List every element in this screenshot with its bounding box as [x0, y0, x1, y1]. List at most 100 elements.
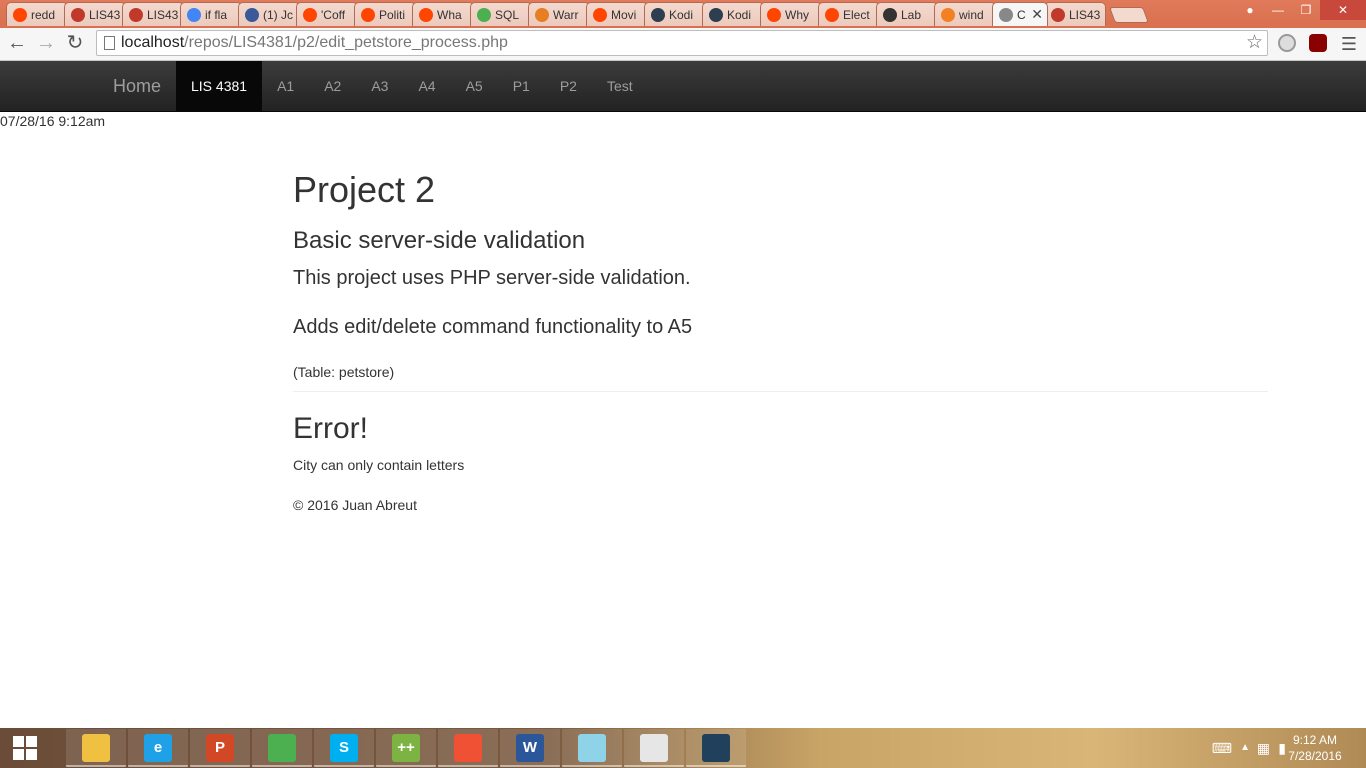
- tab-title: Kodi: [669, 7, 694, 22]
- nav-link[interactable]: A4: [403, 61, 450, 111]
- reddit-icon: [361, 7, 375, 22]
- nav-link[interactable]: A2: [309, 61, 356, 111]
- nav-link[interactable]: P2: [545, 61, 592, 111]
- page-description: This project uses PHP server-side valida…: [293, 267, 691, 289]
- file-explorer-icon: [82, 734, 110, 762]
- taskbar-app[interactable]: [562, 729, 622, 767]
- clock[interactable]: 9:12 AM 7/28/2016: [1280, 732, 1350, 764]
- powerpoint-icon: P: [206, 734, 234, 762]
- git-icon: [454, 734, 482, 762]
- navbar-brand[interactable]: Home: [113, 76, 161, 97]
- tab-title: 'Coff: [321, 7, 346, 22]
- tab-title: LIS43: [89, 7, 121, 22]
- taskbar-app[interactable]: W: [500, 729, 560, 767]
- fsu-icon: [129, 7, 143, 22]
- browser-tab[interactable]: Warr: [528, 2, 590, 26]
- warrior-icon: [535, 7, 549, 22]
- close-tab-icon[interactable]: ✕: [1028, 6, 1043, 23]
- tab-title: Kodi: [727, 7, 752, 22]
- new-tab-button[interactable]: [1109, 7, 1149, 23]
- taskbar-app[interactable]: ++: [376, 729, 436, 767]
- browser-tab[interactable]: LIS43: [64, 2, 126, 26]
- tab-title: SQL: [495, 7, 520, 22]
- tab-title: Politi: [379, 7, 406, 22]
- taskbar-app[interactable]: [624, 729, 684, 767]
- forward-arrow-icon[interactable]: →: [33, 32, 59, 56]
- w3schools-icon: [477, 7, 491, 22]
- browser-tab[interactable]: SQL: [470, 2, 532, 26]
- kodi-icon: [709, 7, 723, 22]
- tab-list: redd LIS43 LIS43 if fla (1) Jc 'Coff Politi Wha…: [6, 2, 1149, 28]
- window-controls: ● — ❐ ✕: [1236, 0, 1366, 20]
- browser-tab[interactable]: wind: [934, 2, 996, 26]
- start-button[interactable]: [0, 728, 50, 768]
- browser-tab[interactable]: (1) Jc: [238, 2, 300, 26]
- taskbar-app[interactable]: e: [128, 729, 188, 767]
- browser-tab[interactable]: Kodi: [644, 2, 706, 26]
- user-icon[interactable]: ●: [1236, 0, 1264, 20]
- browser-tab[interactable]: redd: [6, 2, 68, 26]
- browser-tab[interactable]: LIS43: [1044, 2, 1106, 26]
- page-footer: © 2016 Juan Abreut: [293, 497, 417, 513]
- taskbar-app[interactable]: [686, 729, 746, 767]
- address-bar[interactable]: localhost/repos/LIS4381/p2/edit_petstore…: [96, 30, 1268, 56]
- google-icon: [187, 7, 201, 22]
- network-icon[interactable]: ▦: [1257, 740, 1270, 757]
- chevron-up-icon[interactable]: ▲: [1240, 742, 1250, 753]
- reload-icon[interactable]: ↻: [62, 32, 88, 56]
- reddit-icon: [593, 7, 607, 22]
- windows-logo-icon: [13, 736, 37, 760]
- extension-icon[interactable]: [1278, 34, 1296, 52]
- taskbar-app[interactable]: S: [314, 729, 374, 767]
- reddit-icon: [419, 7, 433, 22]
- notepad-plus-plus-icon: ++: [392, 734, 420, 762]
- minimize-button[interactable]: —: [1264, 0, 1292, 20]
- notepad-icon: [578, 734, 606, 762]
- nav-link[interactable]: P1: [498, 61, 545, 111]
- nav-link[interactable]: A1: [262, 61, 309, 111]
- page-icon: [104, 36, 115, 50]
- browser-tab[interactable]: Wha: [412, 2, 474, 26]
- tab-title: Lab: [901, 7, 922, 22]
- tab-title: LIS43: [1069, 7, 1101, 22]
- browser-tab[interactable]: C ✕: [992, 2, 1048, 26]
- mysql-workbench-icon: [702, 734, 730, 762]
- taskbar-app[interactable]: [252, 729, 312, 767]
- browser-tab[interactable]: Movi: [586, 2, 648, 26]
- browser-tab[interactable]: Lab: [876, 2, 938, 26]
- nav-link[interactable]: LIS 4381: [176, 61, 263, 111]
- menu-icon[interactable]: ☰: [1341, 34, 1357, 55]
- close-window-button[interactable]: ✕: [1320, 0, 1366, 20]
- stackoverflow-icon: [941, 7, 955, 22]
- browser-tab[interactable]: Politi: [354, 2, 416, 26]
- reddit-icon: [303, 7, 317, 22]
- error-message: City can only contain letters: [293, 457, 465, 473]
- windows-taskbar: e P S ++ W ⌨ ▲ ▦ ▮ 9:12 AM 7/28/2016: [0, 728, 1366, 768]
- nav-link[interactable]: A5: [451, 61, 498, 111]
- tab-title: Elect: [843, 7, 870, 22]
- keyboard-icon[interactable]: ⌨: [1212, 740, 1232, 757]
- maximize-button[interactable]: ❐: [1292, 0, 1320, 20]
- taskbar-app[interactable]: [66, 729, 126, 767]
- page-title: Project 2: [293, 169, 436, 210]
- ublock-icon[interactable]: [1309, 34, 1327, 52]
- divider: [293, 391, 1268, 392]
- browser-tab[interactable]: LIS43: [122, 2, 184, 26]
- browser-tab[interactable]: Elect: [818, 2, 880, 26]
- site-navbar: Home LIS 4381 A1 A2 A3 A4 A5 P1 P2 Test: [0, 61, 1366, 112]
- back-arrow-icon[interactable]: ←: [4, 32, 30, 56]
- browser-tab[interactable]: Kodi: [702, 2, 764, 26]
- clock-time: 9:12 AM: [1292, 733, 1338, 747]
- fsu-icon: [71, 7, 85, 22]
- nav-link[interactable]: Test: [592, 61, 648, 111]
- taskbar-app[interactable]: P: [190, 729, 250, 767]
- bookmark-star-icon[interactable]: ☆: [1246, 31, 1263, 55]
- nav-link[interactable]: A3: [356, 61, 403, 111]
- browser-tab[interactable]: Why: [760, 2, 822, 26]
- skype-icon: S: [330, 734, 358, 762]
- navbar-items: LIS 4381 A1 A2 A3 A4 A5 P1 P2 Test: [176, 61, 648, 111]
- browser-tab[interactable]: if fla: [180, 2, 242, 26]
- taskbar-app[interactable]: [438, 729, 498, 767]
- browser-tab[interactable]: 'Coff: [296, 2, 358, 26]
- tab-title: wind: [959, 7, 984, 22]
